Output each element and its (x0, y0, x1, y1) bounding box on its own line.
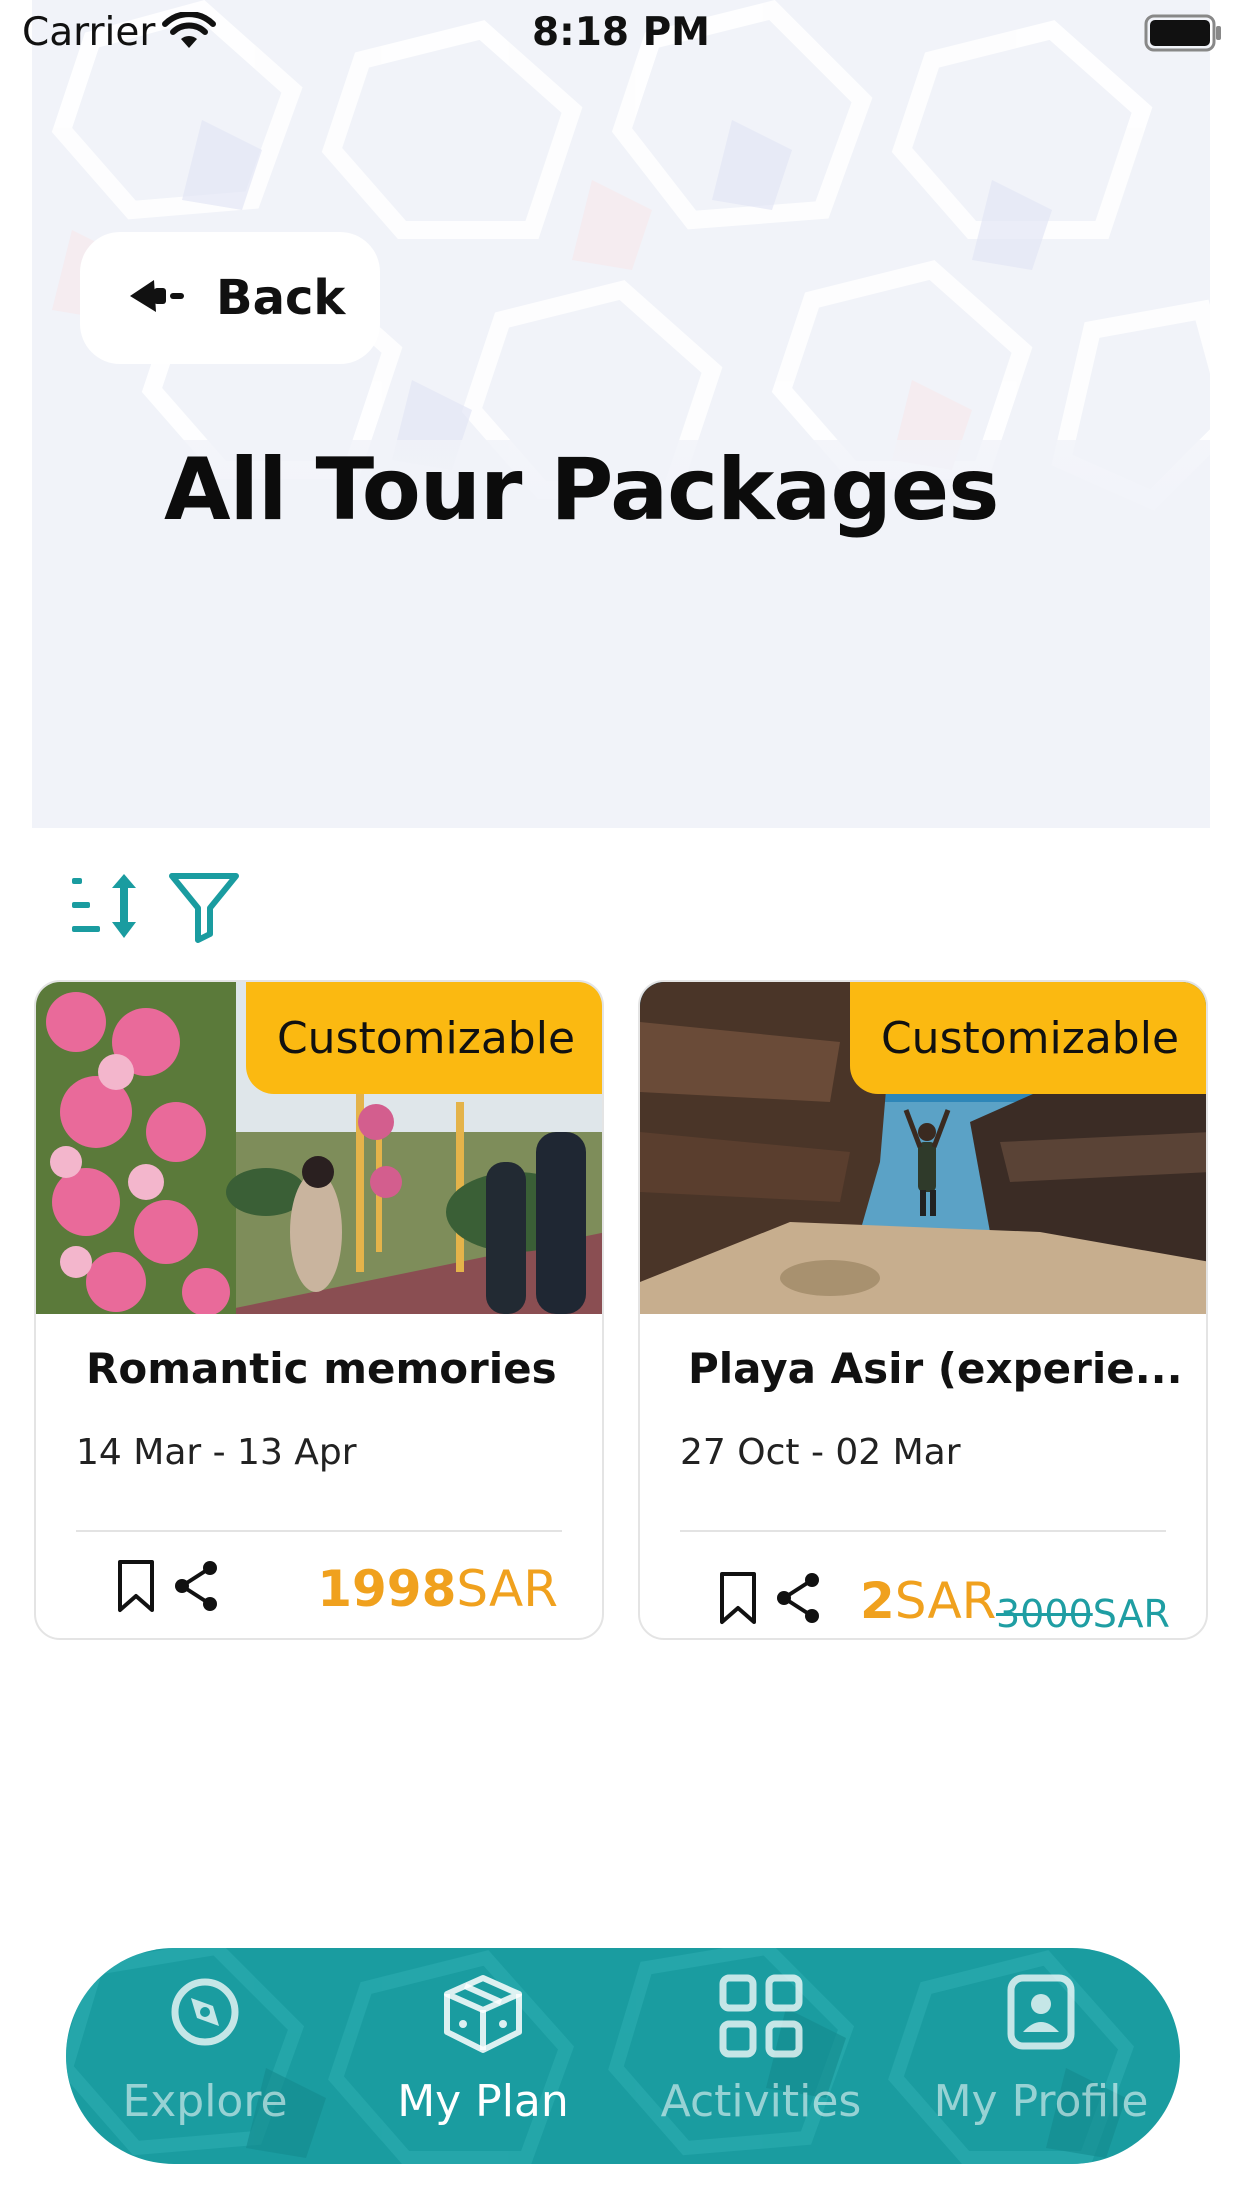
nav-label: My Profile (933, 2076, 1149, 2127)
back-button[interactable]: Back (80, 232, 380, 364)
price-currency: SAR (894, 1572, 997, 1630)
bottom-navigation: Explore My Plan Activities My Profile (66, 1948, 1180, 2164)
divider (76, 1530, 562, 1532)
filter-icon[interactable] (166, 868, 242, 944)
header-background (32, 0, 1210, 828)
customizable-badge: Customizable (246, 982, 602, 1094)
nav-label: Activities (660, 2076, 862, 2127)
original-price: 3000SAR (996, 1592, 1170, 1636)
package-title: Playa Asir (experie... (688, 1344, 1183, 1393)
price-currency: SAR (456, 1560, 558, 1618)
battery-icon (1144, 14, 1224, 56)
share-icon[interactable] (170, 1558, 222, 1618)
profile-icon (902, 1974, 1180, 2050)
nav-item-my-profile[interactable]: My Profile (902, 1948, 1180, 2164)
back-arrow-icon (126, 274, 190, 322)
grid-icon (622, 1974, 900, 2058)
divider (680, 1530, 1166, 1532)
bookmark-icon[interactable] (716, 1570, 760, 1632)
bookmark-icon[interactable] (114, 1558, 158, 1620)
package-card[interactable]: Customizable Playa Asir (experie... 27 O… (638, 980, 1208, 1640)
nav-label: My Plan (397, 2076, 569, 2127)
original-price-value: 3000 (996, 1592, 1093, 1636)
status-bar: Carrier 8:18 PM (0, 0, 1242, 66)
nav-item-explore[interactable]: Explore (66, 1948, 344, 2164)
package-image-rocks: Customizable (640, 982, 1206, 1314)
package-price: 2SAR (860, 1572, 996, 1630)
package-dates: 14 Mar - 13 Apr (76, 1432, 357, 1473)
sort-icon[interactable] (68, 868, 144, 944)
box-icon (344, 1974, 622, 2054)
price-value: 2 (860, 1572, 895, 1630)
compass-icon (66, 1974, 344, 2050)
back-label: Back (216, 270, 346, 326)
nav-label: Explore (122, 2076, 288, 2127)
share-icon[interactable] (772, 1570, 824, 1630)
package-image-flowers: Customizable (36, 982, 602, 1314)
original-price-currency: SAR (1092, 1592, 1170, 1636)
package-price: 1998SAR (317, 1560, 558, 1618)
nav-item-activities[interactable]: Activities (622, 1948, 900, 2164)
package-title: Romantic memories (86, 1344, 557, 1393)
nav-item-my-plan[interactable]: My Plan (344, 1948, 622, 2164)
package-card[interactable]: Customizable Romantic memories 14 Mar - … (34, 980, 604, 1640)
customizable-badge: Customizable (850, 982, 1206, 1094)
package-dates: 27 Oct - 02 Mar (680, 1432, 961, 1473)
price-value: 1998 (317, 1560, 457, 1618)
clock: 8:18 PM (532, 10, 710, 55)
page-title: All Tour Packages (164, 440, 999, 540)
